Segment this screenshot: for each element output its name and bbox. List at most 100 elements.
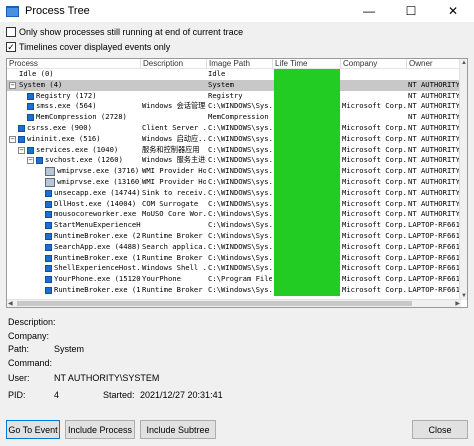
column-life-time[interactable]: Life Time [273,59,341,69]
column-header: Process Description Image Path Life Time… [7,59,461,69]
column-process[interactable]: Process [7,59,141,69]
process-owner: NT AUTHORITY\SYST [408,123,461,132]
process-icon [45,265,52,273]
process-image-path: C:\WINDOWS\Sys... [208,263,272,273]
life-time-bar [274,263,340,275]
table-row[interactable]: ShellExperienceHost.exeWindows Shell ...… [7,263,461,275]
maximize-button[interactable]: ☐ [390,0,432,22]
table-row[interactable]: − services.exe (1040) 服务和控制器应用 C:\WINDOWS\s… [7,144,461,156]
process-tree[interactable]: Process Description Image Path Life Time… [6,58,468,308]
table-row[interactable]: RuntimeBroker.exe (22872)Runtime Broker C… [7,231,461,242]
window-title: Process Tree [25,5,90,17]
include-process-button[interactable]: Include Process [65,420,135,439]
only-running-checkbox[interactable] [6,27,16,37]
close-button[interactable]: Close [412,420,468,439]
collapse-toggle-icon[interactable]: − [9,135,16,143]
process-icon [27,146,34,154]
process-company [342,80,406,91]
table-row[interactable]: RuntimeBroker.exe (1616)Runtime Broker C:… [7,252,461,264]
process-image-path: System [208,79,234,89]
started-label: Started: [103,390,135,400]
table-row[interactable]: − svchost.exe (1260) Windows 服务主进程 C:\WINDO… [7,155,461,167]
process-name: Idle (0) [19,69,54,78]
table-row[interactable]: Idle (0) Idle [7,69,461,80]
table-row[interactable]: SearchApp.exe (4488)Search applica...C:\… [7,241,461,253]
horizontal-scroll-thumb[interactable] [17,301,412,306]
process-company: Microsoft Corp. [342,166,406,176]
process-icon [45,287,52,294]
table-row[interactable]: Registry (172) Registry NT AUTHORITY\SYST [7,90,461,102]
life-time-bar [274,144,340,156]
wmi-process-icon [45,178,55,187]
process-image-path: C:\Windows\Sys... [208,231,272,240]
table-row[interactable]: mousocoreworker.exe (11796)MoUSO Core Wo… [7,209,461,221]
scroll-right-icon[interactable]: ▶ [455,300,460,307]
process-image-path: C:\WINDOWS\sys... [208,166,272,176]
process-owner: NT AUTHORITY\SYST [408,133,461,143]
title-bar: Process Tree — ☐ ✕ [0,0,474,22]
collapse-toggle-icon[interactable]: − [27,157,34,165]
collapse-toggle-icon[interactable]: − [9,81,16,89]
process-name: ShellExperienceHost.exe [54,263,141,273]
table-row[interactable]: smss.exe (564) Windows 会话管理器 C:\WINDOWS\Sy… [7,101,461,113]
process-icon [27,92,34,100]
process-company: Microsoft Corp. [342,123,406,132]
table-row[interactable]: wmiprvse.exe (3716)WMI Provider HostC:\W… [7,166,461,177]
table-row[interactable]: unsecapp.exe (14744)Sink to receiv...C:\… [7,187,461,199]
description-label: Description: [8,317,56,327]
close-window-button[interactable]: ✕ [432,0,474,22]
process-owner: NT AUTHORITY\SYST [408,112,461,122]
process-company: Microsoft Corp. [342,209,406,219]
horizontal-scrollbar[interactable]: ◀ ▶ [7,299,461,307]
table-row[interactable]: − wininit.exe (516) Windows 启动应... C:\WINDO… [7,133,461,145]
scroll-down-icon[interactable]: ▼ [461,292,467,300]
table-row[interactable]: YourPhone.exe (15120) YourPhone C:\Program… [7,274,461,285]
process-icon [45,211,52,219]
life-time-bar [274,123,340,134]
column-description[interactable]: Description [141,59,207,69]
command-label: Command: [8,358,53,368]
process-description [142,91,206,102]
table-row[interactable]: StartMenuExperienceHost.exe C:\Windows\Sy… [7,220,461,231]
table-row[interactable]: MemCompression (2728) MemCompression NT AU… [7,112,461,123]
life-time-bar [274,274,340,285]
go-to-event-button[interactable]: Go To Event [6,420,60,439]
process-description: YourPhone [142,274,181,284]
scroll-left-icon[interactable]: ◀ [8,300,13,307]
process-image-path: C:\Windows\Sys... [208,209,272,219]
process-image-path: C:\WINDOWS\sys... [208,187,272,197]
process-icon [18,135,25,143]
only-running-option[interactable]: Only show processes still running at end… [6,27,243,37]
process-owner: NT AUTHORITY\SYST [408,198,461,208]
process-icon [27,103,34,111]
process-name: RuntimeBroker.exe (22872) [54,231,141,240]
life-time-bar [274,241,340,253]
process-icon [36,157,43,165]
column-company[interactable]: Company [341,59,407,69]
table-row[interactable]: −System (4) System NT AUTHORITY\SYST [7,79,461,91]
user-value: NT AUTHORITY\SYSTEM [54,373,160,383]
process-name: wmiprvse.exe (3716) [57,166,140,176]
include-subtree-button[interactable]: Include Subtree [140,420,216,439]
table-row[interactable]: wmiprvse.exe (13160)WMI Provider HostC:\… [7,177,461,188]
vertical-scrollbar[interactable]: ▲ ▼ [459,59,467,300]
table-row[interactable]: csrss.exe (900) Client Server ...C:\WINDO… [7,123,461,134]
process-company [342,69,406,80]
minimize-button[interactable]: — [348,0,390,22]
table-row[interactable]: DllHost.exe (14004) COM Surrogate C:\WINDO… [7,198,461,210]
process-image-path: C:\WINDOWS\sys... [208,198,272,208]
process-description [142,112,206,123]
table-row[interactable]: RuntimeBroker.exe (10584)Runtime Broker C… [7,285,461,296]
scroll-up-icon[interactable]: ▲ [461,59,467,67]
process-owner: NT AUTHORITY\SYST [408,209,461,219]
collapse-toggle-icon[interactable]: − [18,146,25,154]
life-time-bar [274,90,340,102]
process-owner: NT AUTHORITY\SYST [408,144,461,154]
column-image-path[interactable]: Image Path [207,59,273,69]
process-name: wmiprvse.exe (13160) [57,177,141,186]
process-company: Microsoft Corp. [342,231,406,240]
column-owner[interactable]: Owner [407,59,461,69]
timelines-checkbox[interactable]: ✓ [6,42,16,52]
timelines-option[interactable]: ✓ Timelines cover displayed events only [6,42,170,52]
pid-label: PID: [8,390,26,400]
